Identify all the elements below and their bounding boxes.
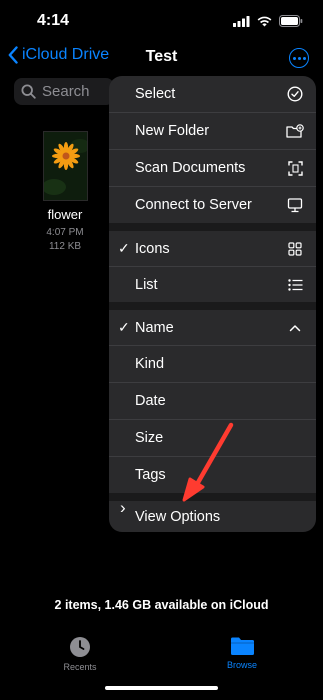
home-indicator xyxy=(105,686,218,690)
menu-item-label: Kind xyxy=(135,356,165,372)
checkmark-circle-icon xyxy=(286,85,304,103)
menu-item-view-options[interactable]: › View Options xyxy=(109,498,316,532)
menu-section-divider xyxy=(109,223,316,231)
chevron-left-icon xyxy=(8,46,18,64)
menu-item-label: Connect to Server xyxy=(135,197,252,213)
menu-item-tags[interactable]: Tags xyxy=(109,457,316,493)
status-bar: 4:14 xyxy=(0,0,323,44)
menu-item-label: Select xyxy=(135,86,176,102)
grid-icon xyxy=(286,240,304,258)
menu-item-scan-documents[interactable]: Scan Documents xyxy=(109,150,316,186)
ellipsis-circle-icon xyxy=(292,56,296,60)
file-time: 4:07 PM xyxy=(46,227,84,238)
menu-item-label: Size xyxy=(135,430,164,446)
folder-badge-plus-icon xyxy=(286,122,304,140)
chevron-right-icon: › xyxy=(120,498,126,517)
file-size: 112 KB xyxy=(48,241,82,252)
folder-icon xyxy=(230,637,254,655)
display-icon xyxy=(286,196,304,214)
chevron-up-icon xyxy=(286,319,304,337)
menu-item-icons[interactable]: ✓ Icons xyxy=(109,231,316,266)
back-label: iCloud Drive xyxy=(22,46,110,63)
menu-item-label: Icons xyxy=(135,240,170,257)
menu-item-kind[interactable]: Kind xyxy=(109,346,316,382)
checkmark-icon: ✓ xyxy=(118,319,130,335)
tab-recents[interactable]: Recents xyxy=(50,636,110,672)
menu-section-divider xyxy=(109,493,316,501)
menu-item-label: Name xyxy=(135,319,174,336)
search-icon xyxy=(21,84,36,99)
tab-label: Recents xyxy=(63,662,97,672)
clock-icon xyxy=(70,637,90,657)
checkmark-icon: ✓ xyxy=(118,240,130,256)
more-button[interactable] xyxy=(289,48,309,68)
wifi-icon xyxy=(257,16,272,26)
flower-image xyxy=(44,132,87,200)
list-bullet-icon xyxy=(286,276,304,294)
menu-item-label: View Options xyxy=(135,508,221,525)
menu-item-label: Tags xyxy=(135,467,166,483)
battery-icon xyxy=(279,15,303,27)
more-menu: Select New Folder Scan Documents Connect… xyxy=(109,76,316,532)
doc-viewfinder-icon xyxy=(286,159,304,177)
tab-label: Browse xyxy=(226,660,257,670)
status-icons xyxy=(233,15,303,27)
status-time: 4:14 xyxy=(37,12,70,29)
menu-item-label: List xyxy=(135,276,158,293)
page-title: Test xyxy=(145,48,178,65)
storage-info: 2 items, 1.46 GB available on iCloud xyxy=(54,598,269,612)
menu-item-list[interactable]: List xyxy=(109,267,316,302)
menu-section-divider xyxy=(109,302,316,310)
search-placeholder: Search xyxy=(42,83,90,100)
signal-icon xyxy=(233,15,250,27)
menu-item-size[interactable]: Size xyxy=(109,420,316,456)
menu-item-date[interactable]: Date xyxy=(109,383,316,419)
menu-item-select[interactable]: Select xyxy=(109,76,316,112)
tab-browse[interactable]: Browse xyxy=(212,636,272,670)
menu-item-name[interactable]: ✓ Name xyxy=(109,310,316,345)
menu-item-label: Scan Documents xyxy=(135,160,246,176)
menu-item-label: Date xyxy=(135,393,166,409)
file-name[interactable]: flower xyxy=(30,207,100,222)
menu-item-new-folder[interactable]: New Folder xyxy=(109,113,316,149)
file-thumbnail[interactable] xyxy=(43,131,88,201)
menu-item-label: New Folder xyxy=(135,123,210,139)
menu-item-connect-to-server[interactable]: Connect to Server xyxy=(109,187,316,223)
back-button[interactable]: iCloud Drive xyxy=(8,46,109,64)
search-field[interactable]: Search xyxy=(14,78,114,105)
